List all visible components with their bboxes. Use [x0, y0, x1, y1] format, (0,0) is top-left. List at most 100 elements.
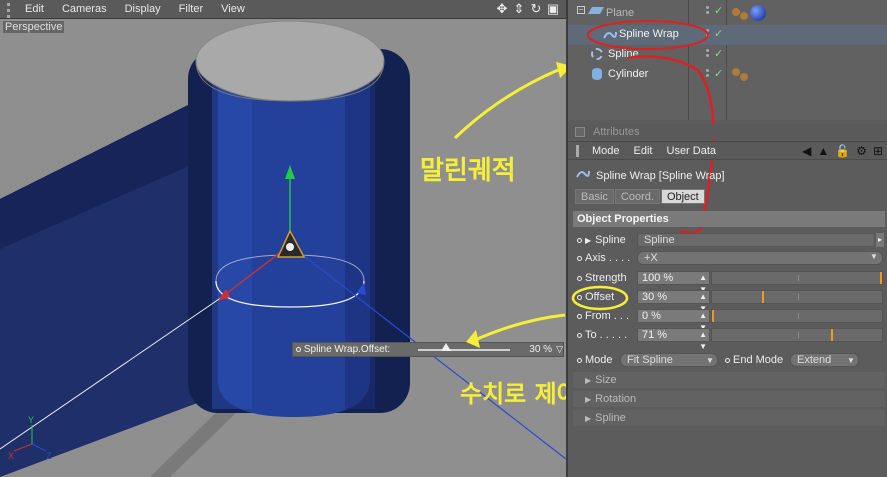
menu-edit[interactable]: Edit: [16, 0, 53, 19]
prop-label-strength: Strength: [585, 272, 627, 284]
menu-edit[interactable]: Edit: [627, 145, 660, 157]
offset-input[interactable]: 30 %▲▼: [637, 290, 710, 313]
anim-dot[interactable]: [577, 237, 582, 243]
grip-icon: [576, 144, 579, 157]
section-size[interactable]: ▶ Size: [573, 372, 885, 388]
visibility-dots[interactable]: [706, 69, 714, 81]
object-row-plane[interactable]: − Plane ✓: [568, 4, 887, 24]
panel-toggle-icon[interactable]: [575, 126, 585, 137]
viewport-camera-label: Perspective: [3, 21, 65, 33]
prop-row-from: From . . . 0 %▲▼: [568, 307, 887, 332]
material-tag-icon[interactable]: [740, 12, 748, 20]
to-input[interactable]: 71 % ▲ ▼: [637, 328, 710, 351]
chevron-down-icon: ▼: [870, 252, 878, 261]
section-spline[interactable]: ▶ Spline: [573, 410, 885, 426]
attributes-header: Attributes: [568, 124, 887, 139]
link-arrow-icon[interactable]: ▸: [876, 233, 884, 247]
object-row-spline-wrap[interactable]: Spline Wrap ✓: [568, 25, 887, 45]
to-slider[interactable]: [711, 328, 883, 342]
lock-icon[interactable]: 🔓: [835, 144, 850, 158]
spline-wrap-icon: [603, 29, 617, 41]
tab-basic[interactable]: Basic: [575, 189, 614, 204]
strength-slider[interactable]: [711, 271, 883, 285]
menu-filter[interactable]: Filter: [170, 0, 212, 19]
mode-select[interactable]: Fit Spline: [620, 353, 718, 367]
viewport-panel[interactable]: Edit Cameras Display Filter View ✥ ⇕ ↻ ▣: [0, 0, 566, 477]
cylinder-cap: [195, 20, 385, 102]
back-arrow-icon[interactable]: ◀: [802, 144, 811, 158]
stepper-icon: ▲▼: [699, 330, 707, 351]
visibility-dots[interactable]: [706, 6, 714, 18]
prop-row-spline: ▶ Spline Spline ▸: [568, 231, 887, 249]
attributes-object-title: Spline Wrap [Spline Wrap]: [576, 168, 725, 183]
offset-slider[interactable]: [711, 290, 883, 304]
slider-thumb: [880, 272, 882, 284]
prop-label-end-mode: End Mode: [733, 354, 784, 366]
enabled-check-icon[interactable]: ✓: [714, 47, 723, 60]
expand-icon: ▶: [585, 414, 592, 423]
visibility-dots[interactable]: [706, 49, 714, 61]
attributes-tabs: Basic Coord. Object: [575, 189, 705, 204]
new-panel-icon[interactable]: ⊞: [873, 144, 883, 158]
strength-input[interactable]: 100 %▲▼: [637, 271, 710, 294]
enabled-check-icon[interactable]: ✓: [714, 4, 723, 17]
object-row-spline[interactable]: Spline ✓: [568, 45, 887, 65]
up-arrow-icon[interactable]: ▲: [817, 144, 829, 158]
menu-display[interactable]: Display: [116, 0, 170, 19]
object-manager[interactable]: − Plane ✓ Spline Wrap ✓ Spline ✓ Cylinde…: [568, 0, 887, 244]
from-input[interactable]: 0 %▲▼: [637, 309, 710, 332]
tab-object[interactable]: Object: [660, 189, 705, 204]
menu-view[interactable]: View: [212, 0, 254, 19]
enabled-check-icon[interactable]: ✓: [714, 27, 723, 40]
anim-dot[interactable]: [725, 357, 730, 363]
cylinder-icon: [592, 68, 602, 80]
anim-dot[interactable]: [577, 313, 582, 319]
dolly-icon[interactable]: ⇕: [512, 1, 526, 17]
prop-row-mode: Mode Fit Spline ▼ End Mode Extend ▼: [568, 351, 887, 369]
material-tag-icon[interactable]: [732, 8, 740, 16]
prop-label-axis: Axis . . . .: [585, 252, 631, 264]
prop-row-axis: Axis . . . . +X ▼: [568, 249, 887, 267]
rotate-icon[interactable]: ↻: [529, 1, 543, 17]
hud-dropdown-icon[interactable]: ▽: [556, 344, 563, 355]
maximize-icon[interactable]: ▣: [546, 1, 560, 17]
anim-dot[interactable]: [577, 255, 582, 261]
prop-row-strength: Strength 100 %▲▼: [568, 269, 887, 294]
material-ball-icon[interactable]: [750, 5, 766, 21]
section-object-properties[interactable]: Object Properties: [573, 211, 885, 227]
prop-row-to: To . . . . . 71 % ▲ ▼: [568, 326, 887, 351]
expand-icon: ▶: [585, 395, 592, 404]
hud-offset-slider[interactable]: Spline Wrap.Offset: 30 % ▽: [292, 342, 564, 357]
annotation-numeric-control: 수치로 제어: [460, 380, 566, 408]
move-icon[interactable]: ✥: [495, 1, 509, 17]
slider-thumb: [762, 291, 765, 303]
plane-icon: [587, 7, 605, 14]
material-tag-icon[interactable]: [740, 73, 748, 81]
tab-coord[interactable]: Coord.: [614, 189, 660, 204]
material-tag-icon[interactable]: [732, 68, 740, 76]
world-axis-z: Z: [46, 451, 52, 461]
visibility-dots[interactable]: [706, 29, 714, 41]
menu-cameras[interactable]: Cameras: [53, 0, 116, 19]
settings-icon[interactable]: ⚙: [856, 144, 867, 158]
hud-track[interactable]: [418, 342, 510, 351]
world-axis-y: Y: [28, 415, 34, 425]
from-slider[interactable]: [711, 309, 883, 323]
enabled-check-icon[interactable]: ✓: [714, 67, 723, 80]
hud-thumb[interactable]: [440, 342, 451, 351]
prop-row-offset: Offset 30 %▲▼: [568, 288, 887, 313]
menu-user-data[interactable]: User Data: [660, 145, 724, 157]
axis-select[interactable]: +X: [637, 251, 883, 265]
anim-dot[interactable]: [577, 357, 582, 363]
prop-label-from: From . . .: [585, 310, 629, 322]
expand-icon: ▶: [585, 376, 592, 385]
hud-anim-dot[interactable]: [296, 347, 301, 352]
collapse-icon[interactable]: −: [577, 6, 585, 14]
menu-mode[interactable]: Mode: [585, 145, 627, 157]
anim-dot[interactable]: [577, 275, 582, 281]
spline-link-field[interactable]: Spline: [637, 233, 875, 247]
section-rotation[interactable]: ▶ Rotation: [573, 391, 885, 407]
anim-dot[interactable]: [577, 294, 582, 300]
anim-dot[interactable]: [577, 332, 582, 338]
object-row-cylinder[interactable]: Cylinder ✓: [568, 65, 887, 85]
